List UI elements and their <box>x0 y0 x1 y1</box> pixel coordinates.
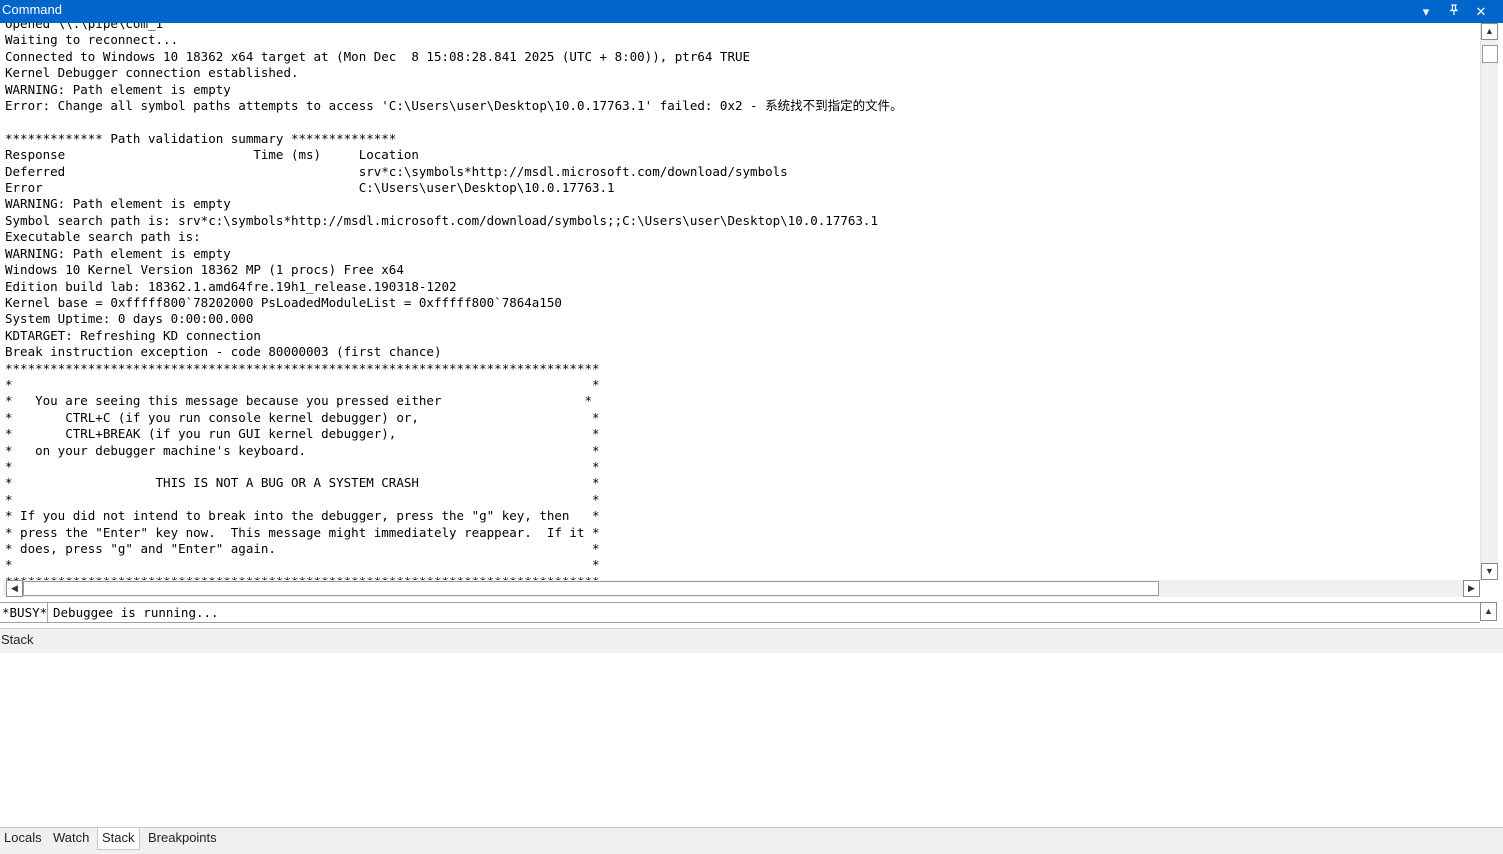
window-title: Command <box>2 2 62 17</box>
output-line: Kernel Debugger connection established. <box>5 65 299 81</box>
output-line: Edition build lab: 18362.1.amd64fre.19h1… <box>5 278 457 294</box>
scroll-down-icon[interactable]: ▼ <box>1481 563 1498 580</box>
close-icon[interactable]: ✕ <box>1473 4 1489 20</box>
output-line: * * <box>5 491 600 507</box>
output-line: Break instruction exception - code 80000… <box>5 344 442 360</box>
output-line: Executable search path is: <box>5 229 209 245</box>
output-line: * * <box>5 557 600 573</box>
output-line: * on your debugger machine's keyboard. * <box>5 442 600 458</box>
output-line: * THIS IS NOT A BUG OR A SYSTEM CRASH * <box>5 475 600 491</box>
output-line: Windows 10 Kernel Version 18362 MP (1 pr… <box>5 262 404 278</box>
vertical-scrollbar[interactable]: ▲ ▼ <box>1480 23 1498 580</box>
output-line: ****************************************… <box>5 360 600 376</box>
output-line: Kernel base = 0xfffff800`78202000 PsLoad… <box>5 294 562 310</box>
output-line: Error: Change all symbol paths attempts … <box>5 98 903 114</box>
output-line: * You are seeing this message because yo… <box>5 393 592 409</box>
scroll-up-icon[interactable]: ▲ <box>1481 23 1498 40</box>
output-line: * If you did not intend to break into th… <box>5 508 600 524</box>
command-output-area[interactable]: Opened \\.\pipe\com_1 Waiting to reconne… <box>0 23 1480 580</box>
output-line: * * <box>5 376 600 392</box>
command-history-icon[interactable]: ▲ <box>1480 602 1497 621</box>
output-line: * CTRL+BREAK (if you run GUI kernel debu… <box>5 426 600 442</box>
tab-breakpoints[interactable]: Breakpoints <box>144 828 221 850</box>
pin-icon[interactable] <box>1446 4 1462 20</box>
bottom-tab-bar: Locals Watch Stack Breakpoints <box>0 827 1503 854</box>
window-menu-dropdown-icon[interactable]: ▾ <box>1418 4 1434 20</box>
busy-prompt: *BUSY* <box>2 603 48 622</box>
output-line: * * <box>5 458 600 474</box>
output-line: Error C:\Users\user\Desktop\10.0.17763.1 <box>5 180 615 196</box>
output-line: Waiting to reconnect... <box>5 32 179 48</box>
tab-watch[interactable]: Watch <box>49 828 93 850</box>
stack-panel-title: Stack <box>1 632 34 647</box>
output-line: Opened \\.\pipe\com_1 <box>5 23 164 31</box>
scroll-left-icon[interactable]: ◀ <box>6 580 23 597</box>
output-line: Response Time (ms) Location <box>5 147 419 163</box>
output-line: ************* Path validation summary **… <box>5 130 397 146</box>
output-line: Symbol search path is: srv*c:\symbols*ht… <box>5 212 878 228</box>
command-window-titlebar: Command ▾ ✕ <box>0 0 1503 23</box>
output-line: KDTARGET: Refreshing KD connection <box>5 327 261 343</box>
output-line: Connected to Windows 10 18362 x64 target… <box>5 48 751 64</box>
vertical-scroll-thumb[interactable] <box>1482 45 1498 63</box>
command-line: *BUSY* <box>0 602 1480 623</box>
stack-panel-body[interactable] <box>0 653 1503 827</box>
scroll-right-icon[interactable]: ▶ <box>1463 580 1480 597</box>
command-input[interactable] <box>50 603 1456 622</box>
output-line: WARNING: Path element is empty <box>5 245 231 261</box>
horizontal-scroll-thumb[interactable] <box>23 581 1159 596</box>
output-line: WARNING: Path element is empty <box>5 196 231 212</box>
output-line: System Uptime: 0 days 0:00:00.000 <box>5 311 254 327</box>
output-line: * press the "Enter" key now. This messag… <box>5 524 600 540</box>
output-line: * does, press "g" and "Enter" again. * <box>5 541 600 556</box>
pin-icon-glyph <box>1449 4 1459 15</box>
horizontal-scrollbar[interactable]: ◀ ▶ <box>3 580 1480 597</box>
output-line: Deferred srv*c:\symbols*http://msdl.micr… <box>5 163 788 179</box>
stack-panel-header: Stack <box>0 628 1503 654</box>
output-line: * CTRL+C (if you run console kernel debu… <box>5 409 600 425</box>
tab-locals[interactable]: Locals <box>0 828 46 850</box>
output-line: WARNING: Path element is empty <box>5 81 231 97</box>
command-output-text: Opened \\.\pipe\com_1 Waiting to reconne… <box>5 23 903 580</box>
tab-stack[interactable]: Stack <box>97 828 140 850</box>
